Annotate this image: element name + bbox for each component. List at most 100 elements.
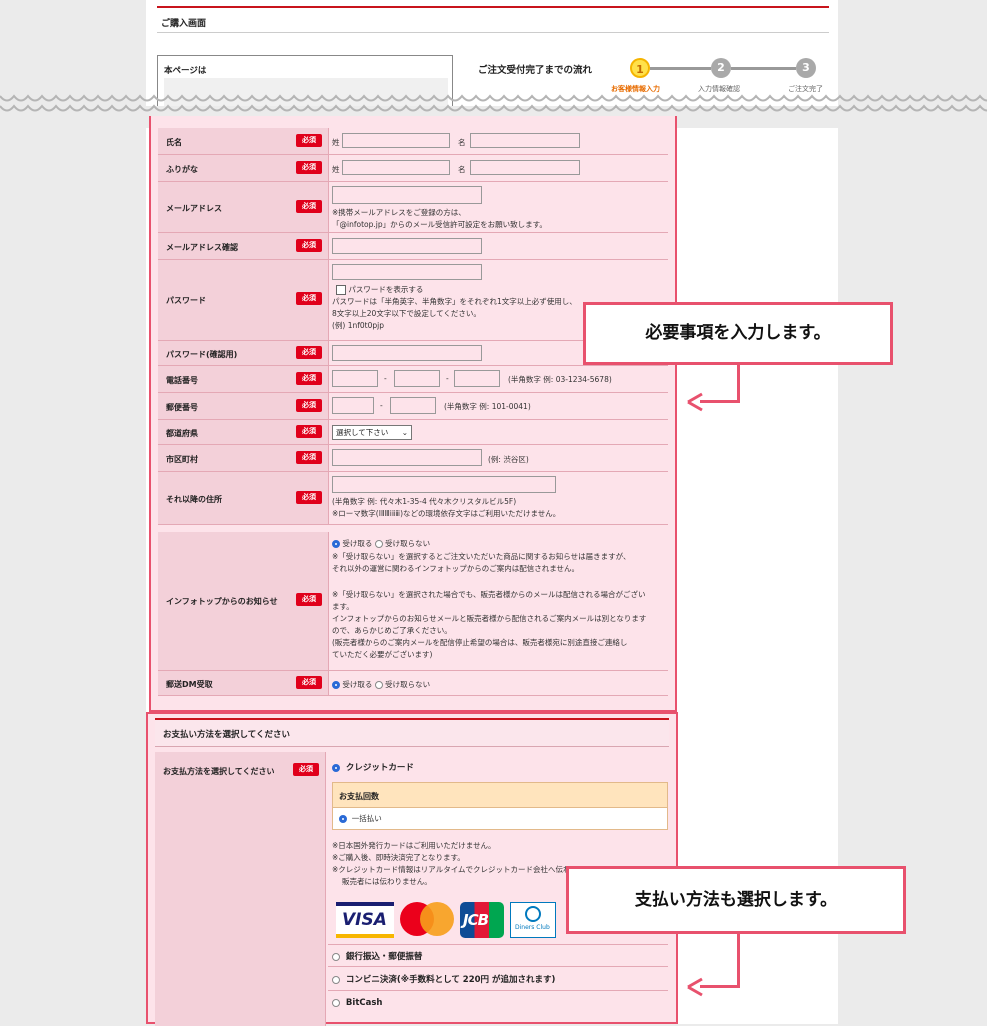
- address-hint-2: ※ローマ数字(ⅠⅡⅢⅰⅱⅲ)などの環境依存文字はご利用いただけません。: [332, 509, 561, 518]
- password-example: (例) 1nf0t0pjp: [332, 321, 384, 330]
- notice-receive-radio[interactable]: [332, 540, 340, 548]
- prefecture-label: 都道府県: [166, 429, 198, 438]
- name-label: 氏名: [166, 138, 182, 147]
- password-confirm-input[interactable]: [332, 345, 482, 361]
- chevron-down-icon: ⌄: [401, 428, 408, 437]
- city-input[interactable]: [332, 449, 482, 466]
- zip-input-1[interactable]: [332, 397, 374, 414]
- required-badge: 必須: [296, 134, 322, 147]
- first-kana-input[interactable]: [470, 160, 580, 175]
- credit-card-radio[interactable]: [332, 763, 340, 772]
- email-label: メールアドレス: [166, 204, 222, 213]
- callout-enter-info: 必要事項を入力します。: [583, 302, 893, 365]
- password-note-1: パスワードは「半角英字、半角数字」をそれぞれ1文字以上必ず使用し、: [332, 297, 577, 306]
- required-badge: 必須: [296, 239, 322, 252]
- required-badge: 必須: [296, 451, 322, 464]
- infotop-notice-row: インフォトップからのお知らせ 必須 受け取る 受け取らない ※「受け取らない」を選…: [158, 532, 668, 671]
- customer-info-form: 氏名 必須 姓 名 ふりがな 必須 姓 名 メールアドレス 必須 ※携帯メールアドレス…: [149, 116, 677, 712]
- convenience-store-label: コンビニ決済(※手数料として 220円 が追加されます): [345, 975, 556, 985]
- step-connector: [650, 67, 711, 70]
- notice-text-1: ※「受け取らない」を選択するとご注文いただいた商品に関するお知らせは届きますが、: [332, 552, 631, 561]
- convenience-store-radio[interactable]: [332, 975, 340, 984]
- prefecture-selected: 選択して下さい: [336, 428, 389, 437]
- flow-title: ご注文受付完了までの流れ: [478, 65, 593, 76]
- last-kana-input[interactable]: [342, 160, 450, 175]
- phone-dash: -: [384, 374, 387, 383]
- step-1-indicator: 1: [630, 58, 650, 78]
- last-name-input[interactable]: [342, 133, 450, 148]
- payment-label-cell: お支払方法を選択してください 必須: [155, 752, 326, 1026]
- email-confirm-label: メールアドレス確認: [166, 243, 238, 252]
- zip-hint: (半角数字 例: 101-0041): [444, 402, 531, 411]
- dm-receive-radio[interactable]: [332, 681, 340, 689]
- required-badge: 必須: [296, 425, 322, 438]
- show-password-label: パスワードを表示する: [348, 285, 424, 294]
- step-connector: [731, 67, 796, 70]
- required-badge: 必須: [296, 161, 322, 174]
- infotop-notice-label: インフォトップからのお知らせ: [166, 597, 278, 606]
- bitcash-radio[interactable]: [332, 998, 340, 1007]
- email-confirm-input[interactable]: [332, 238, 482, 254]
- notice-text-8: ていただく必要がございます): [332, 650, 433, 659]
- zip-label: 郵便番号: [166, 403, 198, 412]
- first-name-label: 名: [458, 138, 466, 147]
- dm-receive-label: 受け取る: [342, 680, 373, 689]
- step-2-indicator: 2: [711, 58, 731, 78]
- email-note-2: 「@infotop.jp」からのメール受信許可設定をお願い致します。: [332, 220, 547, 229]
- notice-text-7: (販売者様からのご案内メールを配信停止希望の場合は、販売者様宛に別途直接ご連絡し: [332, 638, 628, 647]
- credit-card-label: クレジットカード: [345, 763, 414, 773]
- phone-row: 電話番号 必須 - - (半角数字 例: 03-1234-5678): [158, 366, 668, 393]
- required-badge: 必須: [296, 491, 322, 504]
- show-password-checkbox[interactable]: [336, 285, 346, 295]
- kana-label: ふりがな: [166, 165, 198, 174]
- prefecture-row: 都道府県 必須 選択して下さい ⌄: [158, 420, 668, 445]
- phone-input-1[interactable]: [332, 370, 378, 387]
- dm-decline-radio[interactable]: [374, 681, 383, 689]
- diners-club-logo: Diners Club: [510, 902, 556, 938]
- installments-box: お支払回数 一括払い: [332, 782, 668, 830]
- title-divider: [157, 32, 829, 33]
- email-input[interactable]: [332, 186, 482, 204]
- visa-text: VISA: [342, 910, 387, 930]
- password-input[interactable]: [332, 264, 482, 280]
- email-note-1: ※携帯メールアドレスをご登録の方は、: [332, 208, 466, 217]
- password-note-2: 8文字以上20文字以下で設定してください。: [332, 309, 481, 318]
- city-hint: (例: 渋谷区): [488, 455, 529, 464]
- first-name-input[interactable]: [470, 133, 580, 148]
- card-note-1: ※日本国外発行カードはご利用いただけません。: [332, 841, 496, 850]
- jcb-text: JCB: [463, 911, 489, 929]
- notice-text-4: ます。: [332, 602, 354, 611]
- password-label: パスワード: [166, 296, 206, 305]
- payment-method-label: お支払方法を選択してください: [163, 767, 275, 776]
- address-input[interactable]: [332, 476, 556, 493]
- page-title: ご購入画面: [161, 19, 207, 29]
- callout-connector: [700, 985, 740, 988]
- notice-decline-radio[interactable]: [374, 540, 383, 548]
- prefecture-select[interactable]: 選択して下さい ⌄: [332, 425, 412, 440]
- lump-sum-radio[interactable]: [339, 815, 347, 823]
- required-badge: 必須: [296, 292, 322, 305]
- zip-dash: -: [380, 401, 383, 410]
- required-badge: 必須: [296, 346, 322, 359]
- required-badge: 必須: [296, 676, 322, 689]
- phone-input-3[interactable]: [454, 370, 500, 387]
- bitcash-label: BitCash: [345, 998, 383, 1008]
- arrow-left-icon: [687, 977, 703, 997]
- zip-row: 郵便番号 必須 - (半角数字 例: 101-0041): [158, 393, 668, 420]
- zip-input-2[interactable]: [390, 397, 436, 414]
- dm-row: 郵送DM受取 必須 受け取る 受け取らない: [158, 671, 668, 696]
- phone-dash: -: [446, 374, 449, 383]
- bank-transfer-label: 銀行振込・郵便振替: [345, 952, 423, 962]
- jcb-logo: JCB: [460, 902, 504, 938]
- notice-decline-label: 受け取らない: [385, 539, 431, 548]
- callout-select-payment: 支払い方法も選択します。: [566, 866, 906, 934]
- phone-input-2[interactable]: [394, 370, 440, 387]
- visa-logo: VISA: [336, 902, 394, 938]
- lump-sum-label: 一括払い: [351, 814, 382, 823]
- arrow-left-icon: [687, 392, 703, 412]
- last-kana-label: 姓: [332, 165, 340, 174]
- card-note-3: ※クレジットカード情報はリアルタイムでクレジットカード会社へ伝わります。: [332, 865, 600, 874]
- bank-transfer-radio[interactable]: [332, 952, 340, 961]
- step-3-indicator: 3: [796, 58, 816, 78]
- dm-label: 郵送DM受取: [166, 680, 213, 689]
